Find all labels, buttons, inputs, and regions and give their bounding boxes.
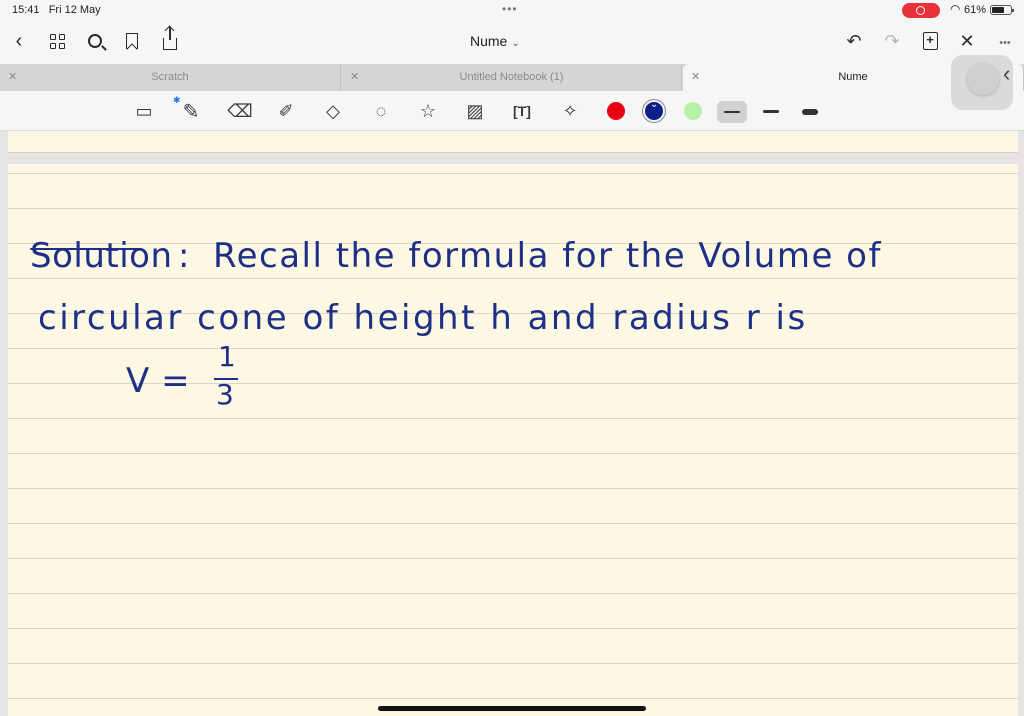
chevron-left-icon[interactable]: ‹ [1003,61,1010,87]
multitasking-dots-icon[interactable]: ••• [502,2,518,16]
chevron-down-icon: ⌄ [511,38,520,49]
tab-untitled-notebook[interactable]: ✕ Untitled Notebook (1) [342,64,682,91]
stroke-medium[interactable] [756,101,786,123]
close-icon[interactable]: ✕ [954,28,980,54]
grid-icon[interactable] [44,28,70,54]
elements-tool-icon[interactable]: ☆ [415,99,441,123]
battery-icon [990,5,1014,15]
status-time-date: 15:41 Fri 12 May [12,4,101,16]
tab-label: Untitled Notebook (1) [459,71,564,83]
solution-word: Solution [30,236,173,276]
notebook-canvas[interactable]: Solution : Recall the formula for the Vo… [0,131,1024,716]
status-time: 15:41 [12,4,40,16]
stroke-thick[interactable] [795,101,825,123]
share-icon[interactable] [157,27,183,54]
solution-underline [30,248,142,250]
handwriting-line-2: circular cone of height h and radius r i… [38,298,808,338]
text-tool-icon[interactable]: [T] [509,99,535,123]
handwriting-line-1: Recall the formula for the Volume of [213,236,882,276]
note-page[interactable]: Solution : Recall the formula for the Vo… [8,164,1018,716]
color-swatch-green[interactable] [684,102,702,120]
formula-numerator: 1 [218,340,237,373]
bookmark-icon[interactable] [119,28,145,54]
undo-icon[interactable]: ↶ [841,28,867,54]
previous-page[interactable] [8,131,1018,153]
pen-tool-icon[interactable]: ✎ [178,99,204,123]
more-icon[interactable]: ••• [992,30,1018,56]
laser-pointer-icon[interactable]: ✧ [557,99,583,123]
image-tool-icon[interactable]: ▨ [462,99,488,123]
add-page-icon[interactable]: + [917,28,943,54]
battery-percent: 61% [964,4,987,16]
search-icon[interactable] [82,28,108,54]
color-swatch-navy[interactable] [645,99,663,120]
formula-denominator: 3 [216,378,235,411]
screen-recording-icon [902,3,940,18]
status-date: Fri 12 May [48,4,101,16]
status-bar: 15:41 Fri 12 May ••• ◠ 61% [0,0,1024,20]
notebook-title[interactable]: Nume ⌄ [470,33,570,49]
stroke-thin[interactable] [717,101,747,123]
home-indicator[interactable] [378,706,646,711]
eraser-tool-icon[interactable]: ⌫ [227,99,253,123]
tab-bar: ✕ Scratch ✕ Untitled Notebook (1) ✕ Nume [0,64,1024,91]
redo-icon[interactable]: ↷ [879,28,905,54]
drawing-toolbar: ▭ ✱ ✎ ⌫ ✐ ◇ ◌ ☆ ▨ [T] ✧ [0,91,1024,131]
tab-label: Scratch [151,71,189,83]
shapes-tool-icon[interactable]: ◇ [320,99,346,123]
assistive-touch-icon[interactable] [967,63,999,95]
read-only-mode-icon[interactable]: ▭ [131,99,157,123]
formula-lhs: V = [126,361,191,401]
tab-scratch[interactable]: ✕ Scratch [0,64,341,91]
lasso-tool-icon[interactable]: ◌ [368,99,394,123]
color-swatch-red[interactable] [607,102,625,120]
wifi-icon: ◠ [950,2,961,16]
chevron-left-icon[interactable]: ‹ [6,28,32,54]
notebook-title-label: Nume [470,33,508,49]
side-panel-handle[interactable]: ‹ [951,55,1013,110]
solution-colon: : [178,236,190,276]
highlighter-tool-icon[interactable]: ✐ [273,99,299,123]
nav-bar: ‹ Nume ⌄ ↶ ↷ + ✕ ••• [0,20,1024,64]
